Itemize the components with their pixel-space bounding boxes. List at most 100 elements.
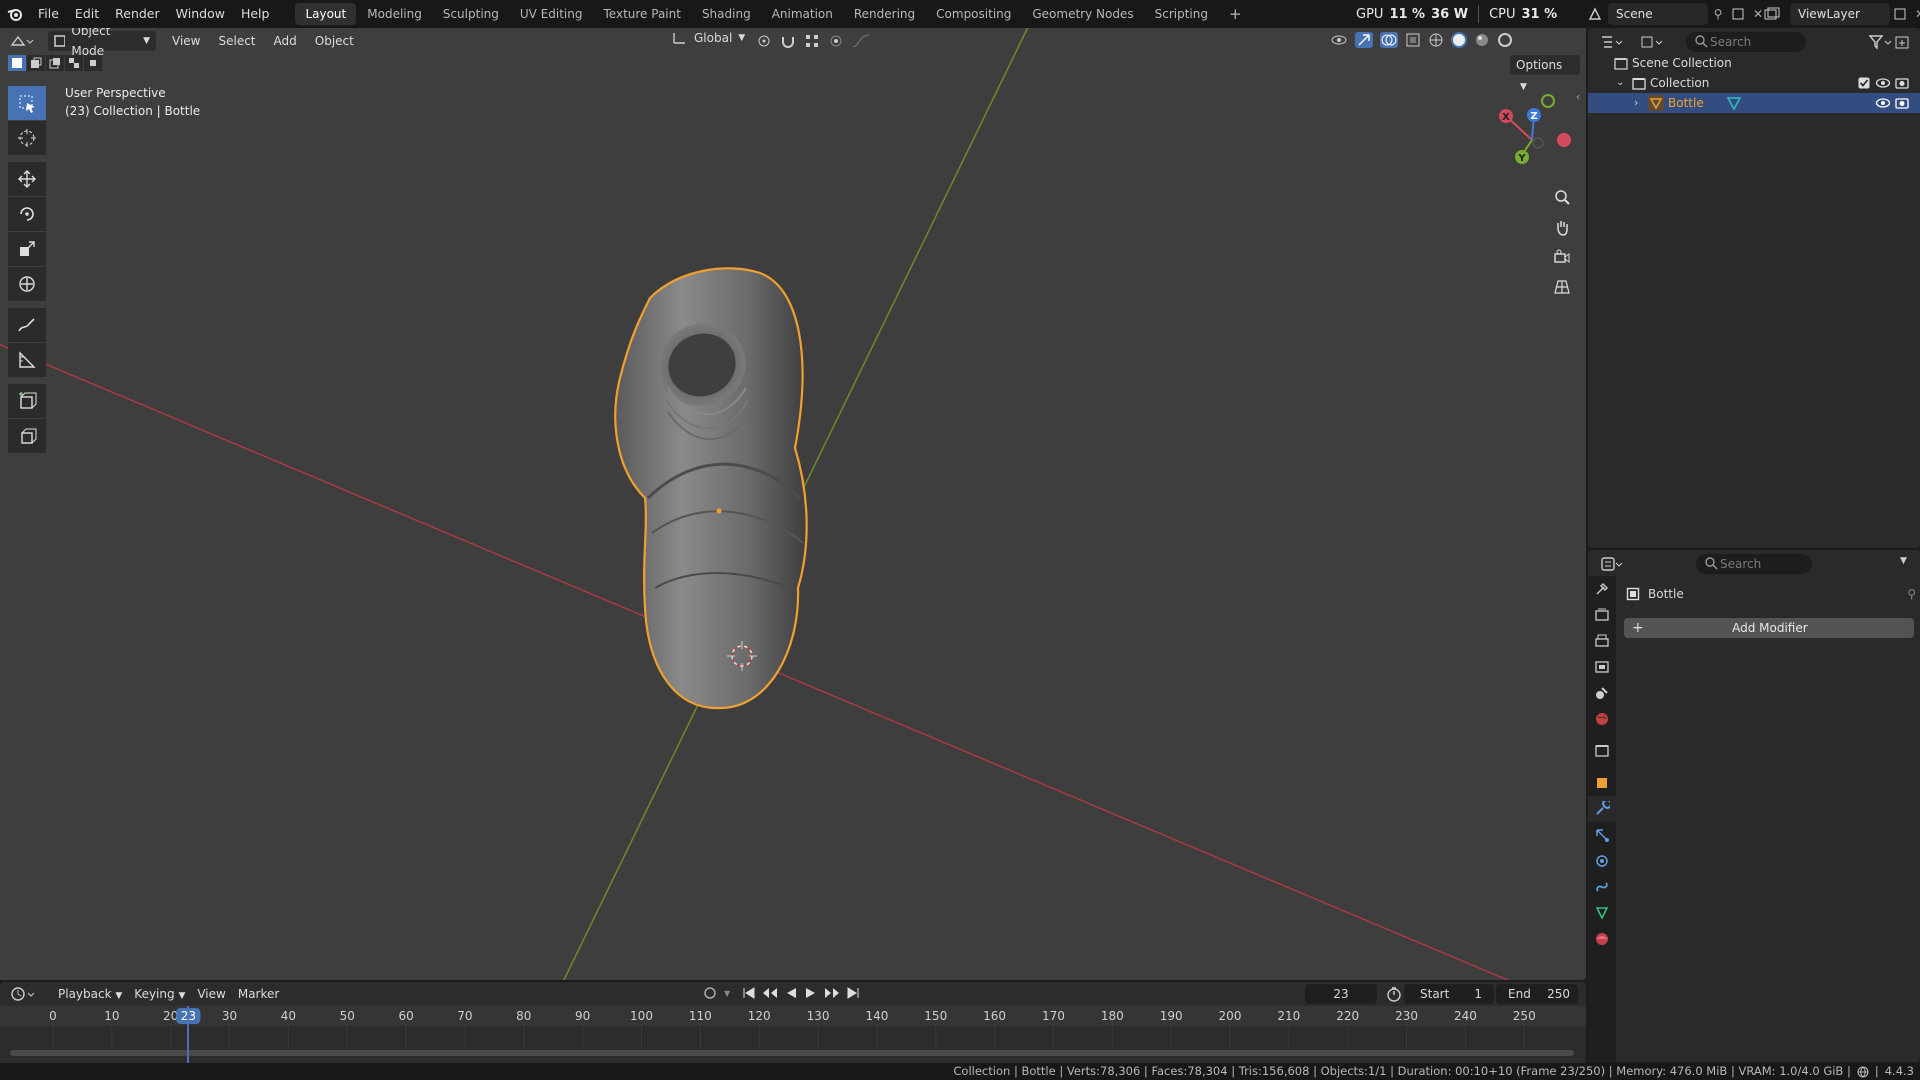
timeline-editor-type-icon[interactable] [10,986,40,1002]
start-frame-field[interactable]: Start 1 [1404,984,1494,1004]
scene-selector[interactable]: Scene ⚲ ✕ [1588,3,1768,25]
scale-icon[interactable] [8,232,46,266]
menu-help[interactable]: Help [233,0,278,28]
add-modifier-button[interactable]: + Add Modifier [1624,618,1914,638]
tab-sculpting[interactable]: Sculpting [433,3,509,25]
expand-arrow-icon[interactable]: › [1634,93,1638,113]
3d-viewport[interactable]: Object Mode ▼ View Select Add Object Glo… [0,28,1586,980]
outliner-row-collection[interactable]: ⌄ Collection [1588,73,1920,93]
tab-animation[interactable]: Animation [762,3,843,25]
primitive-icon[interactable] [8,419,46,453]
select-intersect-icon[interactable] [84,55,102,71]
tool-tab-icon[interactable] [1588,576,1616,602]
delete-view-layer-icon[interactable]: ✕ [1910,7,1920,21]
editor-type-icon[interactable] [10,33,42,49]
scene-tab-icon[interactable] [1588,680,1616,706]
wireframe-shading-icon[interactable] [1428,32,1444,48]
tab-layout[interactable]: Layout [295,3,357,25]
checkbox-icon[interactable] [1858,77,1870,89]
falloff-icon[interactable] [852,33,870,49]
play-reverse-icon[interactable] [784,986,798,1000]
auto-keying-icon[interactable] [702,985,718,1001]
physics-tab-icon[interactable] [1588,848,1616,874]
mesh-data-icon[interactable] [1726,96,1742,110]
next-keyframe-icon[interactable] [824,986,840,1000]
pivot-point-icon[interactable] [756,33,772,49]
outliner-editor-type-icon[interactable] [1600,34,1630,50]
select-extend-icon[interactable] [27,55,45,71]
proportional-edit-icon[interactable] [828,33,844,49]
select-subtract-icon[interactable] [46,55,64,71]
add-workspace-button[interactable]: + [1219,3,1252,25]
snap-magnet-icon[interactable] [780,33,796,49]
tab-scripting[interactable]: Scripting [1145,3,1218,25]
chevron-down-icon[interactable]: ▼ [1900,556,1907,566]
cursor-icon[interactable] [8,121,46,155]
modifier-tab-icon[interactable] [1588,796,1616,822]
jump-end-icon[interactable] [846,986,860,1000]
blender-logo-icon[interactable] [0,0,30,28]
tab-compositing[interactable]: Compositing [926,3,1021,25]
chevron-down-icon[interactable]: ▼ [724,989,736,998]
rendered-shading-icon[interactable] [1497,32,1513,48]
pin-icon[interactable]: ⚲ [1708,7,1728,21]
tab-texture-paint[interactable]: Texture Paint [594,3,691,25]
marker-menu[interactable]: Marker [232,984,285,1004]
menu-file[interactable]: File [30,0,67,28]
select-invert-icon[interactable] [65,55,83,71]
add-cube-icon[interactable] [8,384,46,418]
end-frame-field[interactable]: End 250 [1496,984,1578,1004]
prev-keyframe-icon[interactable] [762,986,778,1000]
add-menu[interactable]: Add [268,31,303,51]
eye-icon[interactable] [1875,96,1891,110]
view-layer-selector[interactable]: ViewLayer ✕ [1764,3,1920,25]
render-camera-icon[interactable] [1894,96,1910,110]
move-icon[interactable] [8,162,46,196]
zoom-icon[interactable] [1549,184,1575,210]
pin-icon[interactable]: ⚲ [1907,587,1916,601]
select-box-icon[interactable] [8,86,46,120]
particles-tab-icon[interactable] [1588,822,1616,848]
timeline-track-area[interactable] [0,1026,1586,1063]
camera-view-icon[interactable] [1549,244,1575,270]
overlays-toggle-icon[interactable] [1380,32,1398,48]
world-tab-icon[interactable] [1588,706,1616,732]
eye-icon[interactable] [1875,76,1891,90]
outliner-row-bottle[interactable]: › Bottle [1588,93,1920,113]
view-layer-tab-icon[interactable] [1588,654,1616,680]
tab-geometry-nodes[interactable]: Geometry Nodes [1022,3,1143,25]
perspective-toggle-icon[interactable] [1549,274,1575,300]
view-layer-name-field[interactable]: ViewLayer [1790,3,1890,25]
object-menu[interactable]: Object [309,31,360,51]
material-tab-icon[interactable] [1588,926,1616,952]
timeline-ruler[interactable]: 0 10 20 30 40 50 60 70 80 90 100 110 120 130 140 150 160… [0,1006,1586,1026]
render-camera-icon[interactable] [1894,76,1910,90]
menu-window[interactable]: Window [168,0,233,28]
xray-toggle-icon[interactable] [1405,32,1421,48]
tab-modeling[interactable]: Modeling [357,3,432,25]
menu-edit[interactable]: Edit [67,0,107,28]
constraints-tab-icon[interactable] [1588,874,1616,900]
options-dropdown[interactable]: Options ▼ [1510,55,1580,92]
keying-menu[interactable]: Keying ▼ [128,984,191,1004]
viewport-canvas[interactable] [0,28,1586,980]
annotate-icon[interactable] [8,308,46,342]
output-tab-icon[interactable] [1588,628,1616,654]
view-menu[interactable]: View [166,31,206,51]
current-frame-field[interactable]: 23 [1305,984,1377,1004]
stopwatch-icon[interactable] [1386,986,1402,1002]
render-tab-icon[interactable] [1588,602,1616,628]
new-view-layer-icon[interactable] [1890,8,1910,20]
timeline-scrollbar[interactable] [10,1050,1574,1056]
timeline-view-menu[interactable]: View [191,984,231,1004]
data-tab-icon[interactable] [1588,900,1616,926]
display-mode-icon[interactable] [1640,34,1670,50]
tab-uv-editing[interactable]: UV Editing [510,3,593,25]
select-menu[interactable]: Select [212,31,261,51]
gizmo-toggle-icon[interactable] [1355,32,1373,48]
playhead-frame-label[interactable]: 23 [176,1008,200,1024]
transform-orientation[interactable]: Global ▼ [672,31,745,45]
scene-name-field[interactable]: Scene [1608,3,1708,25]
new-scene-icon[interactable] [1728,8,1748,20]
sidebar-toggle-icon[interactable]: ‹ [1576,92,1580,103]
